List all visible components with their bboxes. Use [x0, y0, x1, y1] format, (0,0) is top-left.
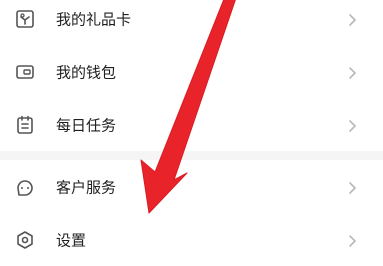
menu-item-gift-card[interactable]: 我的礼品卡 [0, 0, 383, 45]
menu-item-label: 我的钱包 [56, 63, 117, 81]
chevron-right-icon [347, 233, 357, 247]
menu-item-label: 每日任务 [56, 116, 117, 134]
chevron-right-icon [347, 65, 357, 79]
menu-item-label: 客户服务 [56, 178, 117, 196]
menu-item-settings[interactable]: 设置 [0, 213, 383, 266]
calendar-task-icon [14, 114, 36, 136]
gift-card-icon [14, 8, 36, 30]
menu-item-label: 我的礼品卡 [56, 10, 132, 28]
section-separator [0, 151, 383, 160]
menu-item-customer-service[interactable]: 客户服务 [0, 160, 383, 213]
customer-service-icon [14, 176, 36, 198]
settings-icon [14, 229, 36, 251]
wallet-icon [14, 61, 36, 83]
menu-item-wallet[interactable]: 我的钱包 [0, 45, 383, 98]
chevron-right-icon [347, 12, 357, 26]
chevron-right-icon [347, 180, 357, 194]
chevron-right-icon [347, 118, 357, 132]
menu-item-label: 设置 [56, 231, 87, 249]
menu-item-daily-tasks[interactable]: 每日任务 [0, 98, 383, 151]
